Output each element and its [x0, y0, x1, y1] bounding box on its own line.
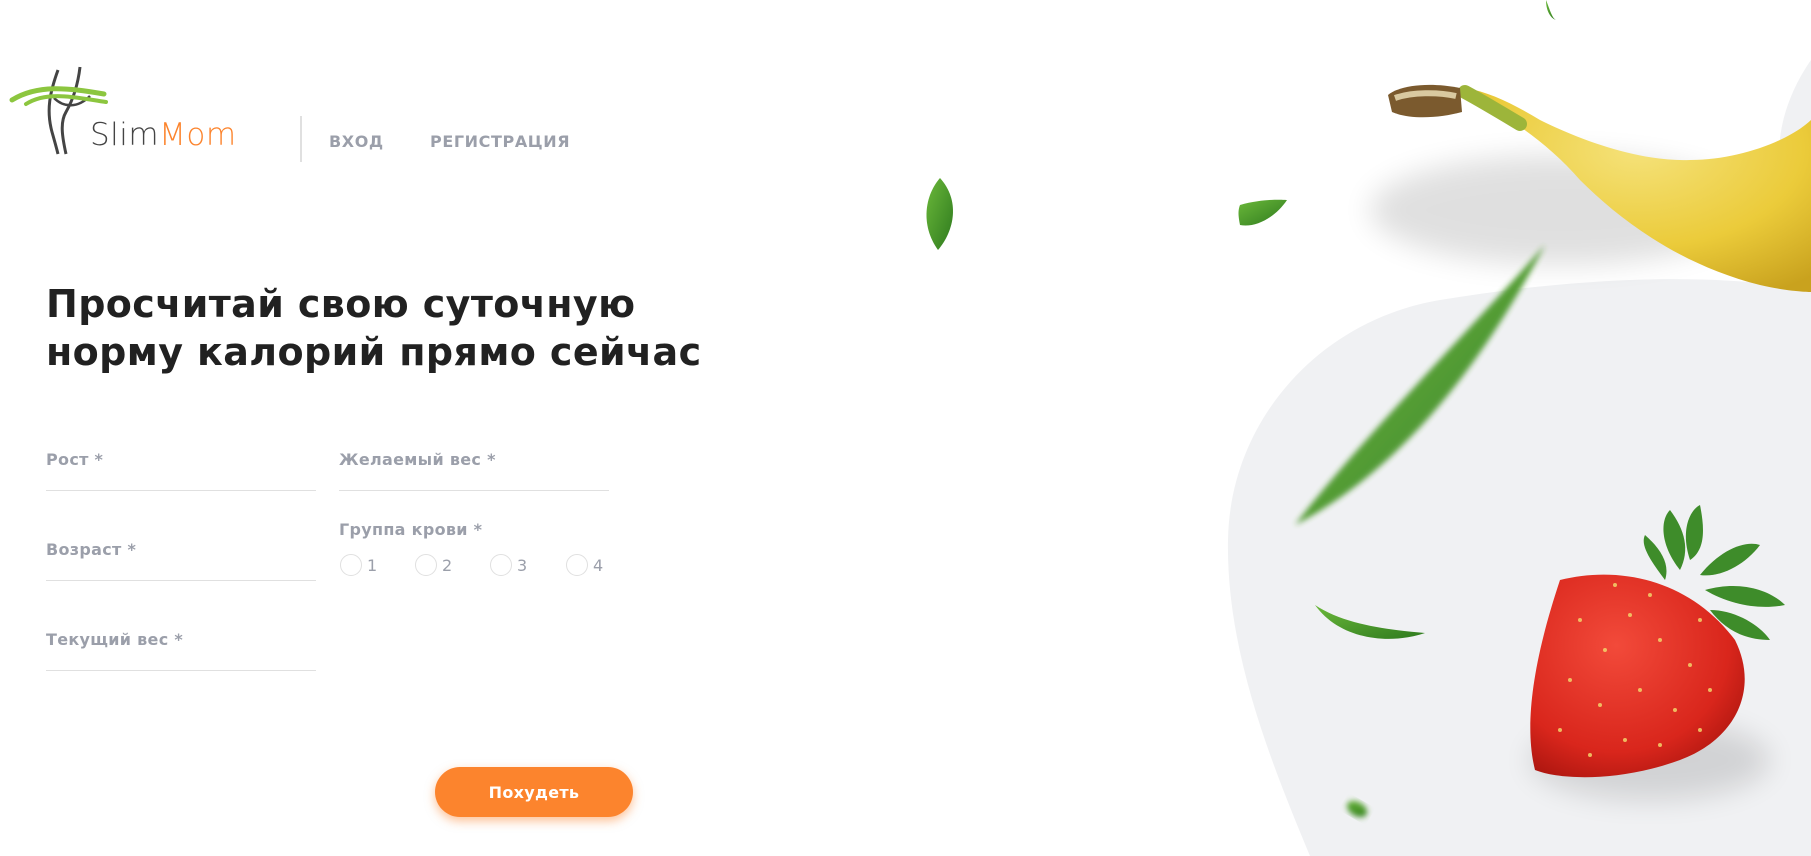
nav-login-link[interactable]: ВХОД	[329, 132, 384, 151]
radio-button[interactable]	[340, 554, 362, 576]
page-title: Просчитай свою суточную норму калорий пр…	[46, 282, 702, 374]
current-weight-field[interactable]: Текущий вес *	[46, 630, 320, 671]
blood-group-option-3[interactable]: 3	[490, 552, 527, 578]
blood-group-option-label: 3	[517, 555, 528, 575]
blood-group-option-2[interactable]: 2	[415, 552, 452, 578]
blood-group-option-4[interactable]: 4	[566, 552, 603, 578]
leaf-image	[926, 0, 1556, 818]
blood-group-option-label: 4	[593, 555, 604, 575]
radio-button[interactable]	[415, 554, 437, 576]
nav-divider	[300, 116, 302, 162]
banana-image	[1388, 84, 1811, 292]
blood-group-option-label: 2	[442, 555, 453, 575]
age-input[interactable]	[46, 540, 320, 580]
logo-text: SlimMom	[90, 117, 237, 153]
logo[interactable]: SlimMom	[8, 62, 248, 162]
desired-weight-field[interactable]: Желаемый вес *	[339, 450, 613, 491]
height-field[interactable]: Рост *	[46, 450, 320, 491]
blood-group-option-1[interactable]: 1	[340, 552, 377, 578]
radio-button[interactable]	[490, 554, 512, 576]
desired-weight-input[interactable]	[339, 450, 613, 490]
radio-button[interactable]	[566, 554, 588, 576]
strawberry-image	[1530, 505, 1785, 778]
height-input[interactable]	[46, 450, 320, 490]
lose-weight-button[interactable]: Похудеть	[435, 767, 633, 817]
nav-register-link[interactable]: РЕГИСТРАЦИЯ	[430, 132, 570, 151]
current-weight-input[interactable]	[46, 630, 320, 670]
blood-group-option-label: 1	[367, 555, 378, 575]
blood-group-label: Группа крови *	[339, 520, 483, 539]
background-blob	[1227, 279, 1811, 856]
age-field[interactable]: Возраст *	[46, 540, 320, 581]
decorative-fruits	[926, 0, 1811, 856]
